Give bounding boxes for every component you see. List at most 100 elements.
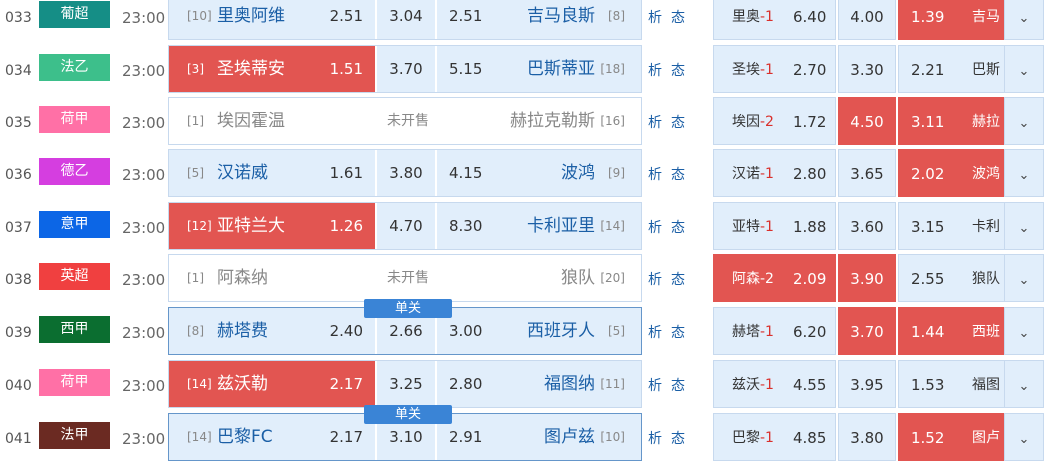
draw-odds-cell[interactable]: 4.70 — [377, 203, 435, 249]
away-rank: [11] — [600, 377, 625, 391]
handicap-home-cell[interactable]: 里奥-1 6.40 — [713, 0, 836, 40]
expand-button[interactable]: ⌄ — [1004, 307, 1044, 355]
home-team: 埃因霍温 — [217, 111, 285, 131]
handicap-draw-cell[interactable]: 3.95 — [838, 360, 896, 408]
handicap-away-cell[interactable]: 2.21 巴斯 — [898, 45, 1021, 93]
handicap-home-cell[interactable]: 圣埃-1 2.70 — [713, 45, 836, 93]
expand-button[interactable]: ⌄ — [1004, 0, 1044, 40]
status-link[interactable]: 态 — [671, 149, 685, 201]
handicap-away-team: 赫拉 — [972, 114, 1000, 130]
handicap-home-cell[interactable]: 兹沃-1 4.55 — [713, 360, 836, 408]
status-link[interactable]: 态 — [671, 0, 685, 44]
analysis-link[interactable]: 析 — [648, 202, 662, 254]
league-badge[interactable]: 荷甲 — [39, 369, 110, 396]
away-win-cell[interactable]: 4.15 波鸿 [9] — [437, 150, 641, 196]
status-link[interactable]: 态 — [671, 202, 685, 254]
expand-button[interactable]: ⌄ — [1004, 413, 1044, 461]
home-rank: [5] — [187, 166, 204, 180]
home-win-cell[interactable]: [3] 圣埃蒂安 1.51 — [169, 46, 375, 92]
draw-odds-cell[interactable]: 3.80 — [377, 150, 435, 196]
handicap-home-cell[interactable]: 汉诺-1 2.80 — [713, 149, 836, 197]
handicap-draw-cell[interactable]: 4.00 — [838, 0, 896, 40]
not-on-sale-label: 未开售 — [387, 113, 429, 129]
handicap-away-cell[interactable]: 1.52 图卢 — [898, 413, 1021, 461]
league-badge[interactable]: 西甲 — [39, 316, 110, 343]
analysis-link[interactable]: 析 — [648, 97, 662, 149]
handicap-home-team: 亚特-1 — [732, 203, 774, 251]
analysis-link[interactable]: 析 — [648, 360, 662, 412]
status-link[interactable]: 态 — [671, 307, 685, 359]
handicap-home-team: 埃因-2 — [732, 98, 774, 146]
away-win-cell[interactable]: 3.00 西班牙人 [5] — [437, 308, 641, 354]
handicap-home-cell[interactable]: 巴黎-1 4.85 — [713, 413, 836, 461]
home-rank: [14] — [187, 377, 212, 391]
handicap-draw-cell[interactable]: 3.30 — [838, 45, 896, 93]
analysis-link[interactable]: 析 — [648, 45, 662, 97]
away-win-cell[interactable]: 2.91 图卢兹 [10] — [437, 414, 641, 460]
league-badge[interactable]: 葡超 — [39, 1, 110, 28]
expand-button[interactable]: ⌄ — [1004, 149, 1044, 197]
away-win-cell[interactable]: 2.80 福图纳 [11] — [437, 361, 641, 407]
match-row: 040 荷甲 23:00 [14] 兹沃勒 2.17 3.25 2.80 福图纳 [11] 析态兹沃… — [0, 360, 1044, 412]
expand-button[interactable]: ⌄ — [1004, 254, 1044, 302]
handicap-draw-cell[interactable]: 3.60 — [838, 202, 896, 250]
away-win-cell[interactable]: 5.15 巴斯蒂亚 [18] — [437, 46, 641, 92]
odds-box: [3] 圣埃蒂安 1.51 3.70 5.15 巴斯蒂亚 [18] — [168, 45, 642, 93]
draw-odds-cell[interactable]: 3.04 — [377, 0, 435, 39]
expand-button[interactable]: ⌄ — [1004, 360, 1044, 408]
handicap-home-cell[interactable]: 赫塔-1 6.20 — [713, 307, 836, 355]
handicap-away-cell[interactable]: 1.44 西班 — [898, 307, 1021, 355]
handicap-away-odds: 2.21 — [911, 61, 945, 79]
analysis-link[interactable]: 析 — [648, 307, 662, 359]
league-badge[interactable]: 英超 — [39, 263, 110, 290]
handicap-away-cell[interactable]: 2.02 波鸿 — [898, 149, 1021, 197]
away-win-cell[interactable]: 2.51 吉马良斯 [8] — [437, 0, 641, 39]
analysis-link[interactable]: 析 — [648, 149, 662, 201]
handicap-home-odds: 2.80 — [793, 165, 827, 183]
league-badge[interactable]: 意甲 — [39, 211, 110, 238]
home-win-cell[interactable]: [10] 里奥阿维 2.51 — [169, 0, 375, 39]
handicap-away-cell[interactable]: 3.15 卡利 — [898, 202, 1021, 250]
league-badge[interactable]: 法甲 — [39, 422, 110, 449]
status-link[interactable]: 态 — [671, 413, 685, 465]
home-win-cell[interactable]: [5] 汉诺威 1.61 — [169, 150, 375, 196]
handicap-value: -1 — [760, 324, 774, 340]
handicap-home-odds: 6.20 — [793, 323, 827, 341]
home-win-cell[interactable]: [14] 兹沃勒 2.17 — [169, 361, 375, 407]
status-link[interactable]: 态 — [671, 97, 685, 149]
league-badge[interactable]: 法乙 — [39, 54, 110, 81]
handicap-home-team: 巴黎-1 — [732, 414, 774, 462]
handicap-draw-cell[interactable]: 3.65 — [838, 149, 896, 197]
handicap-away-cell[interactable]: 3.11 赫拉 — [898, 97, 1021, 145]
handicap-home-cell[interactable]: 阿森-2 2.09 — [713, 254, 836, 302]
handicap-away-odds: 1.53 — [911, 376, 945, 394]
match-row: 033 葡超 23:00 [10] 里奥阿维 2.51 3.04 2.51 吉马良斯 [8] 析态里… — [0, 0, 1044, 44]
expand-button[interactable]: ⌄ — [1004, 97, 1044, 145]
draw-odds-cell[interactable]: 3.25 — [377, 361, 435, 407]
analysis-link[interactable]: 析 — [648, 0, 662, 44]
handicap-home-cell[interactable]: 亚特-1 1.88 — [713, 202, 836, 250]
handicap-draw-cell[interactable]: 3.80 — [838, 413, 896, 461]
home-win-cell[interactable]: [14] 巴黎FC 2.17 — [169, 414, 375, 460]
handicap-away-cell[interactable]: 1.39 吉马 — [898, 0, 1021, 40]
expand-button[interactable]: ⌄ — [1004, 45, 1044, 93]
league-badge[interactable]: 德乙 — [39, 158, 110, 185]
handicap-draw-cell[interactable]: 4.50 — [838, 97, 896, 145]
analysis-link[interactable]: 析 — [648, 413, 662, 465]
handicap-away-cell[interactable]: 1.53 福图 — [898, 360, 1021, 408]
handicap-draw-cell[interactable]: 3.70 — [838, 307, 896, 355]
handicap-home-cell[interactable]: 埃因-2 1.72 — [713, 97, 836, 145]
draw-odds-cell[interactable]: 3.70 — [377, 46, 435, 92]
expand-button[interactable]: ⌄ — [1004, 202, 1044, 250]
status-link[interactable]: 态 — [671, 254, 685, 306]
handicap-away-cell[interactable]: 2.55 狼队 — [898, 254, 1021, 302]
away-win-cell[interactable]: 8.30 卡利亚里 [14] — [437, 203, 641, 249]
status-link[interactable]: 态 — [671, 360, 685, 412]
handicap-team-name: 汉诺 — [732, 166, 760, 182]
home-win-cell[interactable]: [12] 亚特兰大 1.26 — [169, 203, 375, 249]
league-badge[interactable]: 荷甲 — [39, 106, 110, 133]
analysis-link[interactable]: 析 — [648, 254, 662, 306]
status-link[interactable]: 态 — [671, 45, 685, 97]
handicap-draw-cell[interactable]: 3.90 — [838, 254, 896, 302]
home-win-cell[interactable]: [8] 赫塔费 2.40 — [169, 308, 375, 354]
